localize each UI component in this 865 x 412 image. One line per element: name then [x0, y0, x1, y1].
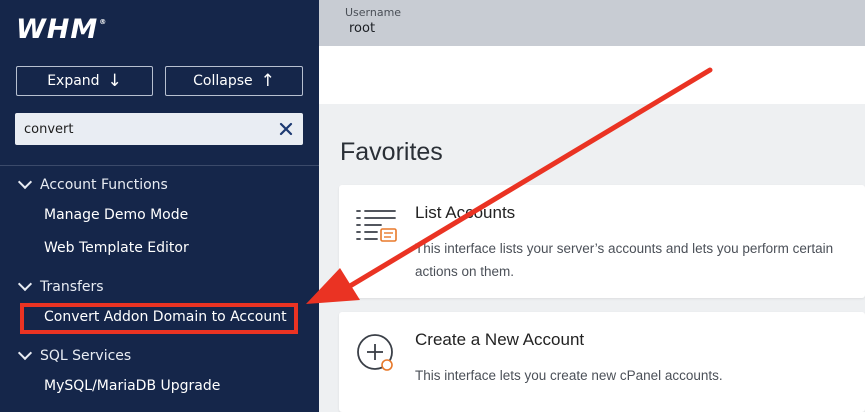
user-header: Username root — [319, 0, 865, 46]
nav-item-manage-demo-mode[interactable]: Manage Demo Mode — [44, 207, 188, 223]
favorite-card-list-accounts[interactable]: List Accounts This interface lists your … — [339, 185, 865, 298]
chevron-down-icon — [17, 276, 33, 292]
nav-item-mysql-upgrade[interactable]: MySQL/MariaDB Upgrade — [44, 378, 220, 394]
create-account-icon — [357, 334, 393, 371]
username-value: root — [349, 21, 376, 36]
favorite-card-create-account[interactable]: Create a New Account This interface lets… — [339, 312, 865, 412]
clear-search-button[interactable] — [273, 116, 299, 142]
highlight-box — [20, 303, 298, 334]
card-title[interactable]: List Accounts — [415, 203, 515, 223]
card-description: This interface lets you create new cPane… — [415, 368, 723, 383]
nav-group-transfers[interactable]: Transfers — [17, 276, 104, 295]
nav-group-label: SQL Services — [40, 348, 132, 364]
nav-group-label: Transfers — [40, 279, 104, 295]
favorites-title: Favorites — [340, 138, 443, 166]
chevron-down-icon — [17, 174, 33, 190]
nav-group-sql-services[interactable]: SQL Services — [17, 345, 132, 364]
sidebar: WHM® Expand ↓ Collapse ↑ Account Functio… — [0, 0, 319, 412]
expand-button[interactable]: Expand ↓ — [16, 66, 153, 96]
card-description: This interface lists your server’s accou… — [415, 241, 834, 279]
sidebar-divider — [0, 165, 319, 166]
arrow-down-icon: ↓ — [107, 70, 122, 91]
whm-logo[interactable]: WHM® — [16, 14, 107, 45]
nav-group-account-functions[interactable]: Account Functions — [17, 174, 168, 193]
list-accounts-icon — [356, 210, 397, 242]
search-input[interactable] — [15, 120, 273, 138]
search-box — [15, 113, 303, 145]
chevron-down-icon — [17, 345, 33, 361]
expand-label: Expand — [47, 73, 100, 89]
nav-group-label: Account Functions — [40, 177, 168, 193]
username-label: Username — [345, 6, 402, 19]
close-icon — [279, 122, 293, 136]
collapse-label: Collapse — [193, 73, 253, 89]
arrow-up-icon: ↑ — [260, 70, 275, 91]
card-title[interactable]: Create a New Account — [415, 330, 584, 350]
nav-item-web-template-editor[interactable]: Web Template Editor — [44, 240, 189, 256]
collapse-button[interactable]: Collapse ↑ — [165, 66, 303, 96]
header-spacer — [319, 46, 865, 104]
